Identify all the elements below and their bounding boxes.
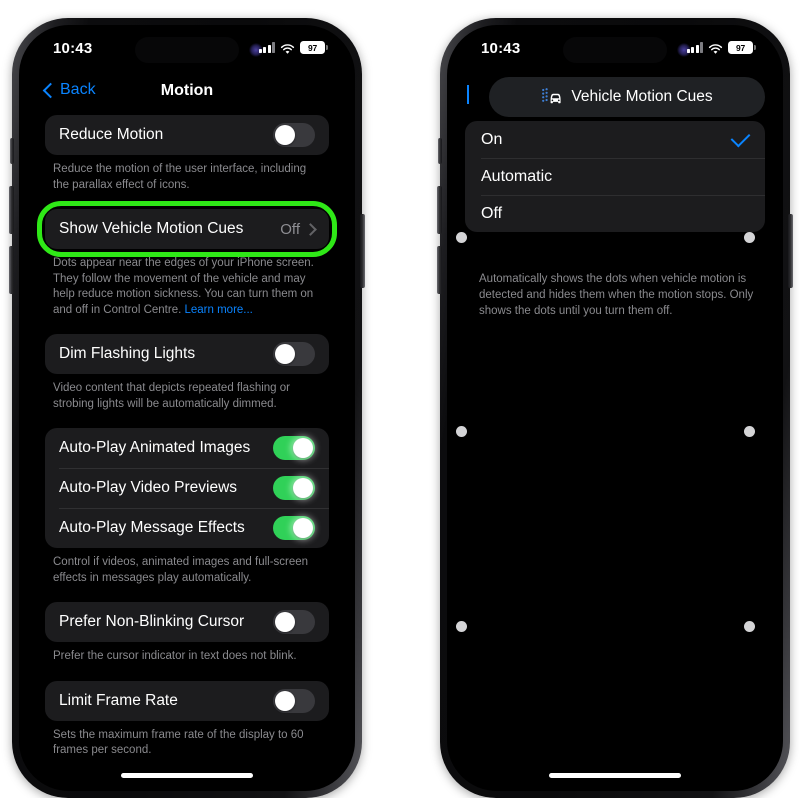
- volume-down-button[interactable]: [9, 246, 14, 294]
- status-bar: 10:43 97: [451, 29, 779, 73]
- row-label: Prefer Non-Blinking Cursor: [59, 613, 245, 631]
- chevron-left-icon: [467, 85, 469, 104]
- motion-cue-dot: [744, 232, 755, 243]
- toggle-auto-play-video-previews[interactable]: [273, 476, 315, 501]
- vehicle-motion-cues-title-pill: Vehicle Motion Cues: [489, 77, 765, 117]
- row-label: Auto-Play Message Effects: [59, 519, 245, 537]
- learn-more-link[interactable]: Learn more...: [184, 304, 252, 316]
- row-label: Auto-Play Video Previews: [59, 479, 238, 497]
- wifi-icon: [708, 42, 723, 54]
- phone-screen-right: 10:43 97 Vehicle Motion Cues On Automati…: [451, 29, 779, 787]
- menu-item-on[interactable]: On: [465, 121, 765, 158]
- vehicle-motion-cues-icon: [541, 87, 563, 107]
- toggle-dim-flashing-lights[interactable]: [273, 342, 315, 367]
- volume-down-button[interactable]: [437, 246, 442, 294]
- status-time: 10:43: [481, 40, 521, 57]
- row-label: Show Vehicle Motion Cues: [59, 220, 244, 238]
- footnote-auto-play: Control if videos, animated images and f…: [53, 556, 309, 584]
- row-auto-play-video-previews[interactable]: Auto-Play Video Previews: [45, 468, 329, 508]
- row-prefer-non-blinking-cursor[interactable]: Prefer Non-Blinking Cursor: [45, 602, 329, 642]
- row-auto-play-animated-images[interactable]: Auto-Play Animated Images: [45, 428, 329, 468]
- dynamic-island: [135, 37, 239, 63]
- power-button[interactable]: [360, 214, 365, 288]
- section-dim-flashing-lights: Dim Flashing Lights: [45, 334, 329, 375]
- row-auto-play-message-effects[interactable]: Auto-Play Message Effects: [45, 508, 329, 548]
- status-indicators: 97: [686, 41, 756, 54]
- row-limit-frame-rate[interactable]: Limit Frame Rate: [45, 681, 329, 721]
- status-indicators: 97: [258, 41, 328, 54]
- back-button[interactable]: [467, 85, 470, 104]
- section-reduce-motion: Reduce Motion: [45, 115, 329, 155]
- volume-up-button[interactable]: [9, 186, 14, 234]
- toggle-prefer-non-blinking-cursor[interactable]: [273, 610, 315, 635]
- battery-level: 97: [735, 42, 746, 53]
- phone-right: 10:43 97 Vehicle Motion Cues On Automati…: [437, 18, 793, 798]
- nav-title: Vehicle Motion Cues: [571, 88, 713, 105]
- motion-cue-dot: [456, 426, 467, 437]
- cellular-signal-icon: [686, 42, 703, 53]
- cellular-signal-icon: [258, 42, 275, 53]
- nav-bar: Vehicle Motion Cues: [451, 73, 779, 121]
- footnote-dim-flashing-lights: Video content that depicts repeated flas…: [53, 382, 290, 410]
- settings-list[interactable]: Reduce Motion Reduce the motion of the u…: [23, 115, 351, 787]
- toggle-auto-play-animated-images[interactable]: [273, 436, 315, 461]
- silence-switch[interactable]: [438, 138, 442, 164]
- home-indicator[interactable]: [549, 773, 681, 778]
- silence-switch[interactable]: [10, 138, 14, 164]
- footnote-limit-frame-rate: Sets the maximum frame rate of the displ…: [53, 728, 304, 757]
- row-label: Auto-Play Animated Images: [59, 439, 251, 457]
- row-show-vehicle-motion-cues[interactable]: Show Vehicle Motion Cues Off: [45, 209, 329, 249]
- phone-screen-left: 10:43 97 Back Motion Reduce Motion Reduc…: [23, 29, 351, 787]
- battery-icon: 97: [300, 41, 328, 54]
- row-label: Reduce Motion: [59, 126, 164, 143]
- footnote-prefer-non-blinking-cursor: Prefer the cursor indicator in text does…: [53, 650, 297, 663]
- row-reduce-motion[interactable]: Reduce Motion: [45, 115, 329, 155]
- toggle-limit-frame-rate[interactable]: [273, 688, 315, 713]
- footnote-reduce-motion: Reduce the motion of the user interface,…: [53, 163, 307, 191]
- motion-cue-dot: [744, 426, 755, 437]
- page-title: Motion: [160, 82, 214, 99]
- battery-icon: 97: [728, 41, 756, 54]
- toggle-reduce-motion[interactable]: [273, 123, 315, 147]
- battery-level: 97: [307, 42, 318, 53]
- menu-item-label: Automatic: [481, 167, 553, 185]
- volume-up-button[interactable]: [437, 186, 442, 234]
- section-vehicle-motion-cues: Show Vehicle Motion Cues Off: [23, 201, 351, 258]
- menu-item-label: On: [481, 130, 503, 148]
- screenshot-root: 10:43 97 Back Motion Reduce Motion Reduc…: [0, 0, 800, 798]
- status-bar: 10:43 97: [23, 29, 351, 73]
- toggle-auto-play-message-effects[interactable]: [273, 516, 315, 541]
- row-value: Off: [280, 220, 300, 238]
- row-label: Limit Frame Rate: [59, 691, 178, 709]
- dynamic-island: [563, 37, 667, 63]
- power-button[interactable]: [788, 214, 793, 288]
- chevron-right-icon: [304, 222, 317, 236]
- section-limit-frame-rate: Limit Frame Rate: [45, 680, 329, 721]
- phone-left: 10:43 97 Back Motion Reduce Motion Reduc…: [9, 18, 365, 798]
- status-time: 10:43: [53, 40, 93, 57]
- home-indicator[interactable]: [121, 773, 253, 778]
- motion-cue-dot: [744, 621, 755, 632]
- menu-item-label: Off: [481, 204, 503, 222]
- wifi-icon: [280, 42, 295, 54]
- menu-item-off[interactable]: Off: [465, 195, 765, 232]
- footnote-vehicle-motion-cues: Dots appear near the edges of your iPhon…: [53, 256, 321, 318]
- nav-bar: Back Motion: [23, 73, 351, 115]
- menu-item-automatic[interactable]: Automatic: [465, 158, 765, 195]
- motion-cue-dot: [456, 621, 467, 632]
- vehicle-motion-cues-menu[interactable]: On Automatic Off: [465, 121, 765, 232]
- row-dim-flashing-lights[interactable]: Dim Flashing Lights: [45, 334, 329, 374]
- row-value-group: Off: [280, 220, 317, 238]
- motion-cue-dot: [456, 232, 467, 243]
- section-prefer-non-blinking-cursor: Prefer Non-Blinking Cursor: [45, 602, 329, 643]
- section-auto-play: Auto-Play Animated Images Auto-Play Vide…: [45, 428, 329, 549]
- checkmark-icon: [730, 127, 751, 148]
- row-label: Dim Flashing Lights: [59, 345, 196, 363]
- menu-description: Automatically shows the dots when vehicl…: [479, 273, 754, 317]
